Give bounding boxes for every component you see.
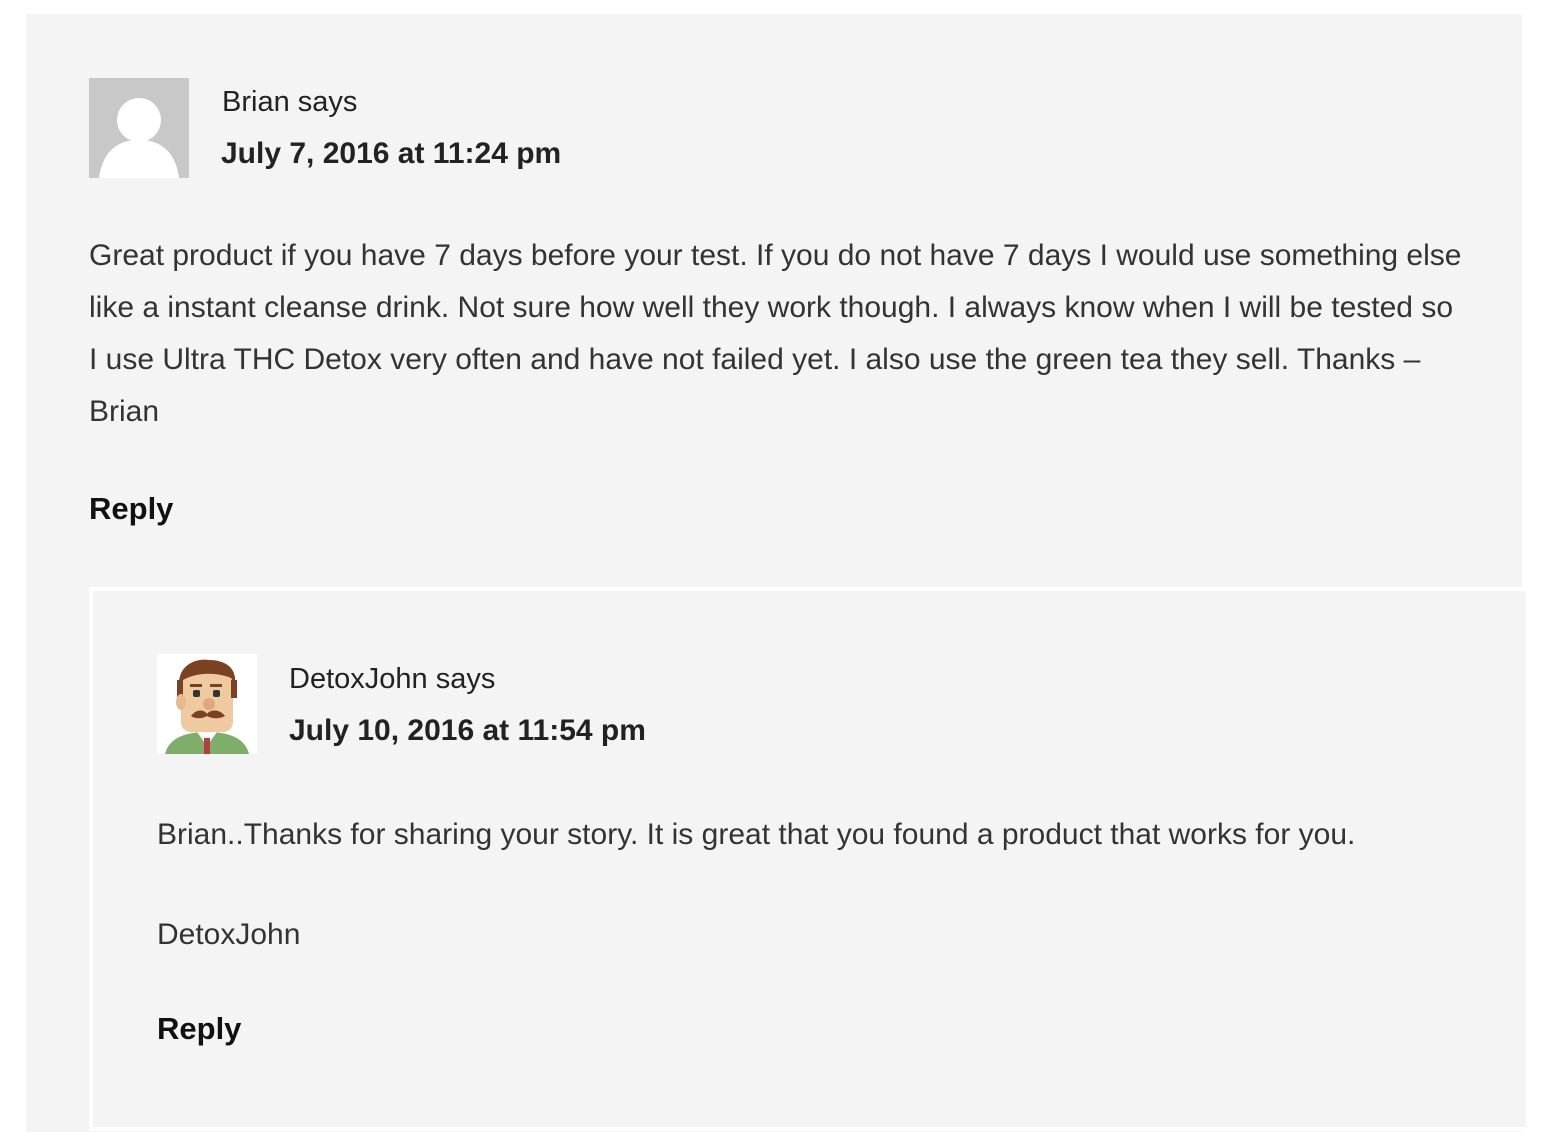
author-name[interactable]: Brian: [222, 86, 290, 118]
comment-author-line: Brian says: [222, 86, 357, 119]
comment-date-link[interactable]: July 7, 2016 at 11:24 pm: [221, 137, 561, 171]
comment-text: Great product if you have 7 days before …: [89, 239, 1462, 428]
says-label: says: [435, 663, 496, 695]
reply-button[interactable]: Reply: [89, 491, 173, 527]
comments-page: Brian says July 7, 2016 at 11:24 pm Grea…: [0, 0, 1566, 1132]
default-user-avatar-icon: [89, 78, 189, 178]
comment-author-line: DetoxJohn says: [289, 663, 495, 696]
comment-brian: Brian says July 7, 2016 at 11:24 pm Grea…: [26, 14, 1526, 1132]
cartoon-man-avatar-icon: [157, 654, 257, 754]
reply-button[interactable]: Reply: [157, 1011, 241, 1047]
comment-detoxjohn: DetoxJohn says July 10, 2016 at 11:54 pm…: [89, 587, 1526, 1131]
author-name[interactable]: DetoxJohn: [289, 663, 428, 695]
comment-text-paragraph: Brian..Thanks for sharing your story. It…: [157, 818, 1356, 851]
comment-date-link[interactable]: July 10, 2016 at 11:54 pm: [289, 714, 646, 748]
says-label: says: [297, 86, 358, 118]
comment-signature: DetoxJohn: [157, 918, 301, 951]
